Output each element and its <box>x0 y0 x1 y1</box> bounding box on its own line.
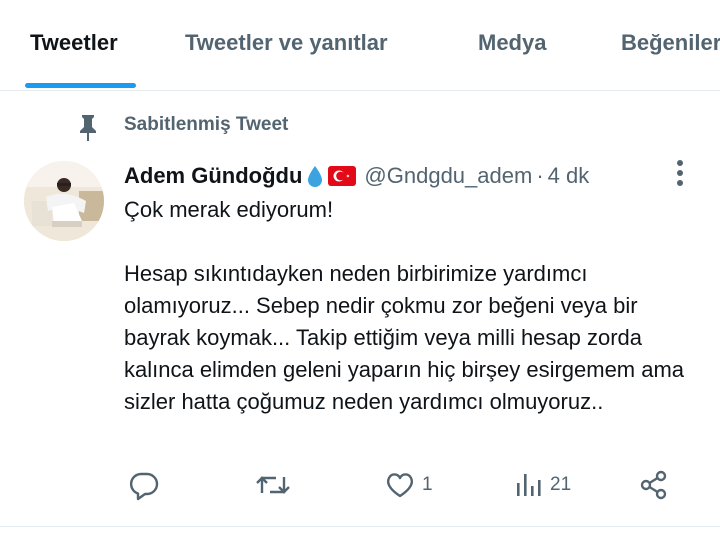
tab-media[interactable]: Medya <box>478 30 546 56</box>
separator-dot: · <box>536 163 544 188</box>
active-tab-indicator <box>25 83 136 88</box>
tweet-divider <box>0 526 720 527</box>
tab-likes[interactable]: Beğeniler <box>621 30 720 56</box>
tab-tweets[interactable]: Tweetler <box>30 30 118 56</box>
tweet-header: Adem Gündoğdu @Gndgdu_adem · 4 dk <box>124 160 684 192</box>
tweet-time[interactable]: 4 dk <box>548 163 590 189</box>
profile-tabs: Tweetler Tweetler ve yanıtlar Medya Beğe… <box>0 0 720 90</box>
tweet-actions: 1 21 <box>0 465 720 510</box>
like-count: 1 <box>422 474 433 495</box>
display-name[interactable]: Adem Gündoğdu <box>124 163 302 189</box>
droplet-icon <box>308 166 323 187</box>
like-icon <box>386 473 414 498</box>
avatar-image <box>24 161 104 241</box>
views-icon <box>517 474 541 496</box>
tweet-text: Çok merak ediyorum! Hesap sıkıntıdayken … <box>124 197 685 414</box>
like-button[interactable]: 1 <box>384 465 433 505</box>
tabs-divider <box>0 90 720 91</box>
turkish-flag-icon <box>328 166 357 186</box>
pinned-tweet-indicator: Sabitlenmiş Tweet <box>0 108 720 142</box>
share-button[interactable] <box>638 465 670 505</box>
pinned-label: Sabitlenmiş Tweet <box>124 114 289 135</box>
avatar[interactable] <box>24 161 104 241</box>
more-icon[interactable] <box>670 158 690 188</box>
reply-icon <box>129 472 159 501</box>
retweet-icon <box>256 476 290 494</box>
views-button[interactable]: 21 <box>512 465 571 505</box>
user-handle[interactable]: @Gndgdu_adem <box>364 163 532 189</box>
views-count: 21 <box>550 474 572 495</box>
pin-icon <box>80 115 96 141</box>
reply-button[interactable] <box>128 465 160 505</box>
tab-tweets-and-replies[interactable]: Tweetler ve yanıtlar <box>185 30 388 56</box>
retweet-button[interactable] <box>255 465 291 505</box>
share-icon <box>640 470 667 500</box>
